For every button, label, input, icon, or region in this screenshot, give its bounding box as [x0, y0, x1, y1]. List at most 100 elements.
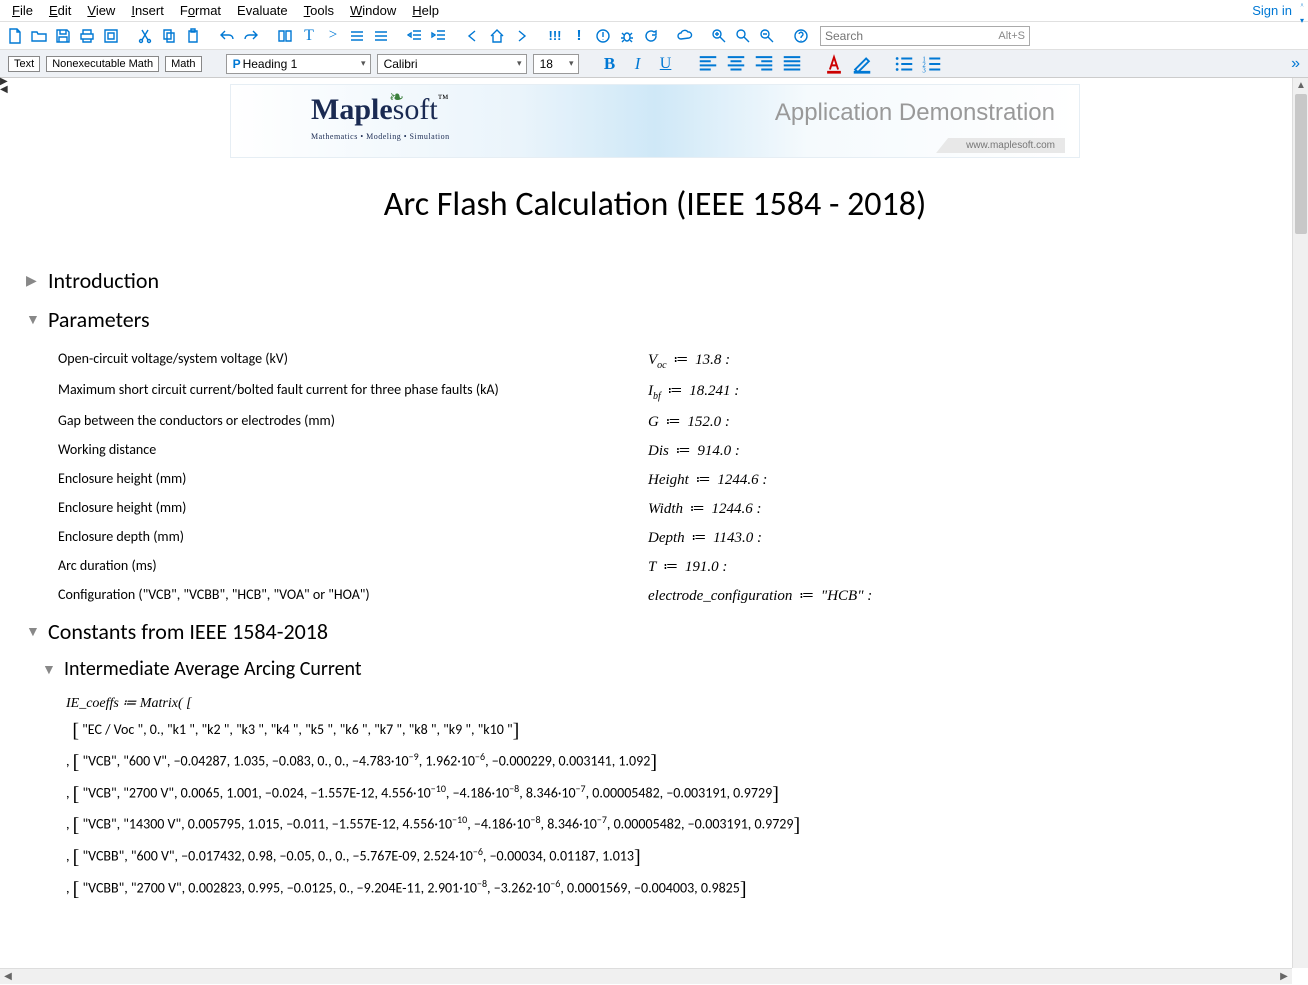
param-value: Width ≔ 1244.6 : — [648, 499, 762, 518]
matrix-row: , [ "VCB", "600 V", −0.04287, 1.035, −0.… — [66, 744, 1290, 776]
back-icon[interactable] — [462, 25, 484, 47]
user-icon[interactable]: ▾ — [1300, 0, 1304, 26]
search-box[interactable]: Alt+S — [820, 26, 1030, 46]
restart-icon[interactable] — [640, 25, 662, 47]
insert-group-icon[interactable] — [274, 25, 296, 47]
scroll-right-icon[interactable]: ▶ — [1276, 969, 1292, 985]
bold-button[interactable]: B — [599, 53, 621, 75]
print-icon[interactable] — [76, 25, 98, 47]
param-row: Enclosure height (mm)Height ≔ 1244.6 : — [26, 465, 1290, 494]
remove-section-icon[interactable] — [346, 25, 368, 47]
palette-handle[interactable]: ▶◀ — [0, 78, 8, 94]
zoom-in-icon[interactable] — [708, 25, 730, 47]
insert-text-icon[interactable]: T — [298, 25, 320, 47]
number-list-icon[interactable]: 123 — [921, 53, 943, 75]
redo-icon[interactable] — [240, 25, 262, 47]
param-label: Gap between the conductors or electrodes… — [58, 412, 648, 431]
nonexec-math-button[interactable]: Nonexecutable Math — [46, 56, 159, 72]
menu-help[interactable]: Help — [404, 1, 447, 20]
insert-prompt-icon[interactable]: > — [322, 25, 344, 47]
paragraph-style-combo[interactable]: PHeading 1 — [226, 54, 371, 74]
collapse-icon[interactable]: ▼ — [42, 661, 56, 678]
cut-icon[interactable] — [134, 25, 156, 47]
zoom-reset-icon[interactable] — [732, 25, 754, 47]
subsection-arcing: Intermediate Average Arcing Current — [64, 657, 362, 681]
menu-file[interactable]: File — [4, 1, 41, 20]
scroll-left-icon[interactable]: ◀ — [0, 969, 16, 985]
paste-icon[interactable] — [182, 25, 204, 47]
insert-section-icon[interactable] — [370, 25, 392, 47]
interrupt-icon[interactable] — [592, 25, 614, 47]
menu-insert[interactable]: Insert — [123, 1, 172, 20]
italic-button[interactable]: I — [627, 53, 649, 75]
main-toolbar: T > !!! ! Alt+S — [0, 22, 1308, 50]
menubar: File Edit View Insert Format Evaluate To… — [0, 0, 1308, 22]
matrix-definition: IE_coeffs ≔ Matrix( [ [ "EC / Voc ", 0.,… — [66, 691, 1290, 902]
font-combo[interactable]: Calibri — [377, 54, 527, 74]
font-color-icon[interactable] — [823, 53, 845, 75]
collapse-icon[interactable]: ▼ — [26, 623, 40, 640]
search-input[interactable] — [821, 28, 971, 44]
vertical-scrollbar[interactable]: ▲ — [1292, 78, 1308, 968]
execute-icon[interactable]: ! — [568, 25, 590, 47]
execute-all-icon[interactable]: !!! — [544, 25, 566, 47]
print-preview-icon[interactable] — [100, 25, 122, 47]
text-tag-button[interactable]: Text — [8, 56, 40, 72]
matrix-row: , [ "VCB", "14300 V", 0.005795, 1.015, −… — [66, 807, 1290, 839]
collapse-icon[interactable]: ▼ — [26, 311, 40, 328]
scroll-thumb[interactable] — [1295, 94, 1307, 234]
font-size-combo[interactable]: 18 — [533, 54, 579, 74]
outdent-icon[interactable] — [428, 25, 450, 47]
param-row: Maximum short circuit current/bolted fau… — [26, 376, 1290, 407]
param-row: Enclosure height (mm)Width ≔ 1244.6 : — [26, 494, 1290, 523]
document-area: ❧ Maplesoft™ Mathematics • Modeling • Si… — [12, 78, 1290, 968]
zoom-out-icon[interactable] — [756, 25, 778, 47]
signin-link[interactable]: Sign in — [1252, 3, 1292, 18]
align-justify-icon[interactable] — [781, 53, 803, 75]
home-icon[interactable] — [486, 25, 508, 47]
open-icon[interactable] — [28, 25, 50, 47]
param-label: Configuration ("VCB", "VCBB", "HCB", "VO… — [58, 586, 648, 605]
horizontal-scrollbar[interactable]: ◀ ▶ — [0, 968, 1292, 984]
menu-format[interactable]: Format — [172, 1, 229, 20]
save-icon[interactable] — [52, 25, 74, 47]
param-row: Arc duration (ms)T ≔ 191.0 : — [26, 552, 1290, 581]
align-center-icon[interactable] — [725, 53, 747, 75]
banner-site: www.maplesoft.com — [936, 138, 1065, 153]
page-title: Arc Flash Calculation (IEEE 1584 - 2018) — [20, 184, 1290, 225]
param-label: Arc duration (ms) — [58, 557, 648, 576]
bullet-list-icon[interactable] — [893, 53, 915, 75]
param-label: Open-circuit voltage/system voltage (kV) — [58, 350, 648, 371]
param-row: Gap between the conductors or electrodes… — [26, 407, 1290, 436]
indent-icon[interactable] — [404, 25, 426, 47]
align-right-icon[interactable] — [753, 53, 775, 75]
param-value: Height ≔ 1244.6 : — [648, 470, 767, 489]
param-value: Ibf ≔ 18.241 : — [648, 381, 739, 402]
undo-icon[interactable] — [216, 25, 238, 47]
help-icon[interactable] — [790, 25, 812, 47]
svg-text:3: 3 — [922, 67, 926, 74]
section-constants: Constants from IEEE 1584-2018 — [48, 618, 328, 645]
scroll-up-icon[interactable]: ▲ — [1293, 78, 1308, 94]
param-label: Working distance — [58, 441, 648, 460]
cloud-icon[interactable] — [674, 25, 696, 47]
section-intro: Introduction — [48, 267, 159, 294]
highlight-icon[interactable] — [851, 53, 873, 75]
menu-evaluate[interactable]: Evaluate — [229, 1, 296, 20]
expand-toolbar-icon[interactable]: » — [1291, 55, 1300, 73]
debug-icon[interactable] — [616, 25, 638, 47]
underline-button[interactable]: U — [655, 53, 677, 75]
menu-edit[interactable]: Edit — [41, 1, 79, 20]
collapse-icon[interactable]: ▶ — [26, 272, 40, 289]
param-value: Dis ≔ 914.0 : — [648, 441, 740, 460]
copy-icon[interactable] — [158, 25, 180, 47]
param-value: G ≔ 152.0 : — [648, 412, 730, 431]
maplesoft-logo: Maplesoft™ Mathematics • Modeling • Simu… — [311, 93, 450, 143]
menu-view[interactable]: View — [79, 1, 123, 20]
math-tag-button[interactable]: Math — [165, 56, 201, 72]
menu-tools[interactable]: Tools — [296, 1, 342, 20]
new-doc-icon[interactable] — [4, 25, 26, 47]
forward-icon[interactable] — [510, 25, 532, 47]
align-left-icon[interactable] — [697, 53, 719, 75]
menu-window[interactable]: Window — [342, 1, 404, 20]
